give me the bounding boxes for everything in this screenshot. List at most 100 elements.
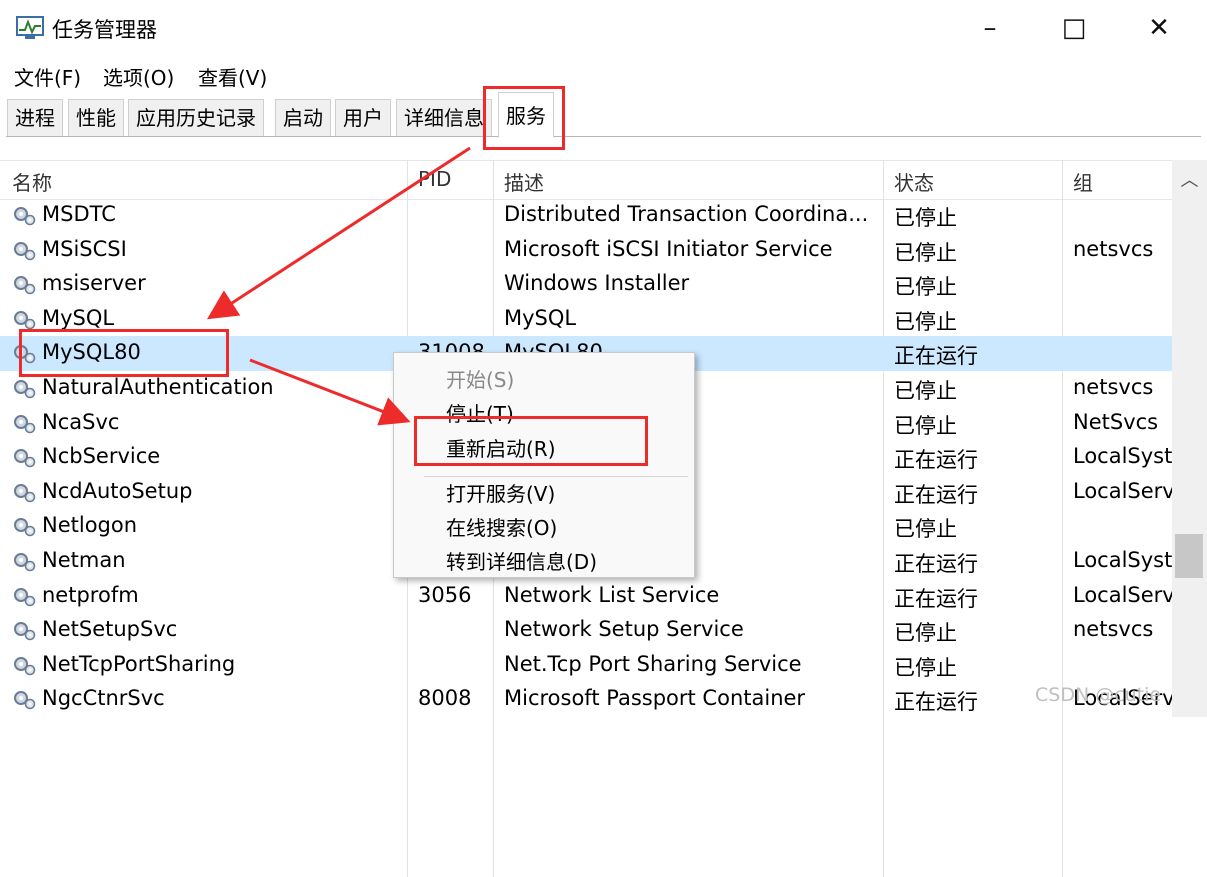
service-description: Net.Tcp Port Sharing Service: [504, 651, 802, 676]
column-group[interactable]: 组: [1073, 167, 1093, 196]
service-group: LocalServ: [1073, 582, 1172, 607]
service-gear-icon: [12, 551, 38, 573]
service-gear-icon: [12, 620, 38, 642]
service-name: NcdAutoSetup: [42, 478, 193, 503]
service-group: netsvcs: [1073, 375, 1154, 399]
menu-item-start[interactable]: 开始(S): [446, 364, 514, 393]
service-name: NetSetupSvc: [42, 617, 178, 642]
service-group: LocalServ: [1073, 478, 1172, 503]
service-row[interactable]: msiserver Windows Installer 已停止: [0, 267, 1172, 302]
service-status: 已停止: [894, 240, 957, 265]
service-name: NaturalAuthentication: [42, 375, 274, 399]
maximize-button[interactable]: □: [1046, 8, 1102, 48]
service-group: NetSvcs: [1073, 409, 1159, 434]
service-row[interactable]: netprofm 3056 Network List Service 正在运行 Loca…: [0, 579, 1172, 614]
service-row[interactable]: NetTcpPortSharing Net.Tcp Port Sharing Se…: [0, 648, 1172, 683]
annotation-box-restart: [414, 416, 648, 466]
service-group: LocalSyst: [1073, 444, 1172, 469]
service-description: Microsoft Passport Container: [504, 686, 806, 711]
task-manager-icon: [16, 16, 44, 39]
menu-file[interactable]: 文件(F): [14, 62, 81, 91]
service-status: 正在运行: [894, 448, 978, 473]
service-status: 已停止: [894, 621, 957, 646]
service-group: netsvcs: [1073, 236, 1154, 261]
service-gear-icon: [12, 240, 38, 262]
column-description[interactable]: 描述: [504, 167, 544, 196]
service-group: netsvcs: [1073, 617, 1154, 642]
service-status: 已停止: [894, 655, 957, 680]
service-name: msiserver: [42, 271, 146, 296]
service-status: 已停止: [894, 379, 957, 403]
tab-processes[interactable]: 进程: [7, 99, 63, 137]
service-row[interactable]: MSiSCSI Microsoft iSCSI Initiator Service…: [0, 233, 1172, 268]
service-name: Netman: [42, 548, 126, 572]
service-pid: 8008: [418, 686, 472, 711]
service-description: Windows Installer: [504, 271, 690, 296]
close-button[interactable]: ✕: [1131, 8, 1187, 48]
service-description: Network List Service: [504, 582, 720, 607]
tab-divider: [6, 136, 1201, 137]
service-name: NcaSvc: [42, 409, 120, 434]
service-name: MSDTC: [42, 202, 116, 226]
service-name: Netlogon: [42, 513, 138, 538]
service-status: 已停止: [894, 517, 957, 542]
service-status: 正在运行: [894, 586, 978, 611]
service-gear-icon: [12, 378, 38, 400]
service-status: 已停止: [894, 275, 957, 300]
scroll-thumb[interactable]: [1175, 534, 1203, 578]
minimize-button[interactable]: –: [962, 8, 1018, 48]
tab-users[interactable]: 用户: [335, 99, 391, 137]
tab-performance[interactable]: 性能: [68, 99, 124, 137]
service-status: 正在运行: [894, 344, 978, 369]
tab-app-history[interactable]: 应用历史记录: [128, 99, 264, 137]
service-name: MySQL: [42, 305, 115, 330]
service-gear-icon: [12, 516, 38, 538]
service-row[interactable]: NetSetupSvc Network Setup Service 已停止 netsv…: [0, 613, 1172, 648]
service-description: MySQL: [504, 305, 577, 330]
service-gear-icon: [12, 655, 38, 677]
menu-item-go-to-details[interactable]: 转到详细信息(D): [446, 546, 597, 575]
tab-details[interactable]: 详细信息: [396, 99, 492, 137]
menu-bar: 文件(F) 选项(O) 查看(V): [0, 56, 1207, 92]
menu-item-open-services[interactable]: 打开服务(V): [446, 478, 555, 507]
service-gear-icon: [12, 482, 38, 504]
column-pid[interactable]: PID: [418, 167, 451, 191]
title-bar: 任务管理器 – □ ✕: [0, 0, 1207, 56]
menu-item-search-online[interactable]: 在线搜索(O): [446, 512, 557, 541]
column-header: 名称 PID 描述 状态 组: [0, 160, 1172, 200]
annotation-box-mysql80: [19, 329, 229, 377]
watermark: CSDN @cutie: [1035, 684, 1162, 706]
tab-strip: 进程 性能 应用历史记录 启动 用户 详细信息 服务: [0, 92, 1207, 138]
service-status: 正在运行: [894, 482, 978, 507]
service-status: 正在运行: [894, 552, 978, 576]
service-pid: 3056: [418, 582, 472, 607]
service-gear-icon: [12, 274, 38, 296]
tab-startup[interactable]: 启动: [275, 99, 331, 137]
service-status: 已停止: [894, 309, 957, 334]
menu-options[interactable]: 选项(O): [103, 62, 174, 91]
tab-services[interactable]: 服务: [498, 92, 554, 138]
scroll-up-icon[interactable]: ︿: [1172, 166, 1207, 192]
service-name: NcbService: [42, 444, 161, 469]
service-description: Microsoft iSCSI Initiator Service: [504, 236, 833, 261]
vertical-scrollbar[interactable]: ︿: [1172, 160, 1207, 717]
menu-separator: [424, 476, 688, 477]
service-gear-icon: [12, 689, 38, 711]
service-gear-icon: [12, 413, 38, 435]
column-name[interactable]: 名称: [12, 167, 52, 196]
window-title: 任务管理器: [52, 18, 157, 42]
menu-view[interactable]: 查看(V): [198, 62, 267, 91]
service-description: Distributed Transaction Coordina...: [504, 202, 869, 226]
column-status[interactable]: 状态: [894, 167, 934, 196]
service-row[interactable]: NgcCtnrSvc 8008 Microsoft Passport Contain…: [0, 682, 1172, 717]
service-gear-icon: [12, 205, 38, 227]
service-status: 已停止: [894, 206, 957, 230]
service-gear-icon: [12, 309, 38, 331]
service-row[interactable]: MSDTC Distributed Transaction Coordina...…: [0, 198, 1172, 233]
service-status: 已停止: [894, 413, 957, 438]
service-name: MSiSCSI: [42, 236, 127, 261]
service-name: NetTcpPortSharing: [42, 651, 236, 676]
service-name: NgcCtnrSvc: [42, 686, 165, 711]
service-gear-icon: [12, 586, 38, 608]
service-name: netprofm: [42, 582, 139, 607]
